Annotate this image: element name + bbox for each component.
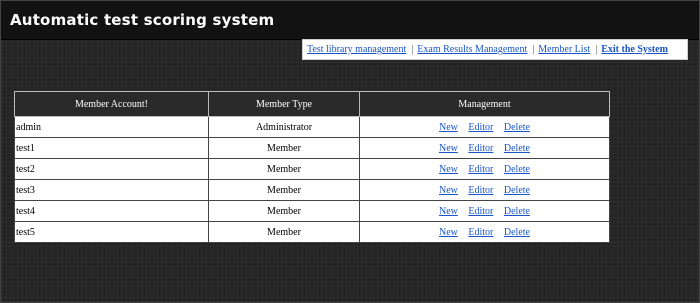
table-row: test2 Member New Editor Delete [14, 158, 610, 180]
new-link[interactable]: New [439, 143, 458, 154]
new-link[interactable]: New [439, 185, 458, 196]
member-account-cell: test2 [14, 158, 209, 180]
management-cell: New Editor Delete [359, 221, 610, 243]
nav-test-library-link[interactable]: Test library management [307, 44, 406, 55]
nav-exit-link[interactable]: Exit the System [601, 44, 668, 55]
header-member-type: Member Type [208, 91, 360, 117]
member-type-cell: Member [208, 137, 360, 159]
editor-link[interactable]: Editor [468, 206, 493, 217]
member-table: Member Account! Member Type Management a… [14, 91, 610, 243]
nav-separator: | [532, 44, 535, 55]
management-cell: New Editor Delete [359, 179, 610, 201]
delete-link[interactable]: Delete [504, 122, 530, 133]
management-cell: New Editor Delete [359, 158, 610, 180]
member-type-cell: Member [208, 158, 360, 180]
table-row: test1 Member New Editor Delete [14, 137, 610, 159]
member-account-cell: admin [14, 116, 209, 138]
editor-link[interactable]: Editor [468, 227, 493, 238]
delete-link[interactable]: Delete [504, 206, 530, 217]
member-type-cell: Administrator [208, 116, 360, 138]
member-account-cell: test3 [14, 179, 209, 201]
member-account-cell: test5 [14, 221, 209, 243]
member-type-cell: Member [208, 221, 360, 243]
member-account-cell: test1 [14, 137, 209, 159]
title-bar: Automatic test scoring system [1, 1, 699, 40]
table-row: test3 Member New Editor Delete [14, 179, 610, 201]
management-cell: New Editor Delete [359, 200, 610, 222]
management-cell: New Editor Delete [359, 116, 610, 138]
nav-member-list-link[interactable]: Member List [538, 44, 590, 55]
member-type-cell: Member [208, 200, 360, 222]
app-title: Automatic test scoring system [10, 11, 275, 29]
table-header-row: Member Account! Member Type Management [14, 91, 610, 117]
delete-link[interactable]: Delete [504, 227, 530, 238]
nav-separator: | [595, 44, 598, 55]
new-link[interactable]: New [439, 164, 458, 175]
nav-separator: | [411, 44, 414, 55]
table-row: test5 Member New Editor Delete [14, 221, 610, 243]
header-member-account: Member Account! [14, 91, 209, 117]
top-nav: Test library management | Exam Results Man… [302, 39, 688, 60]
new-link[interactable]: New [439, 206, 458, 217]
table-row: test4 Member New Editor Delete [14, 200, 610, 222]
editor-link[interactable]: Editor [468, 185, 493, 196]
delete-link[interactable]: Delete [504, 185, 530, 196]
delete-link[interactable]: Delete [504, 164, 530, 175]
nav-exam-results-link[interactable]: Exam Results Management [417, 44, 527, 55]
editor-link[interactable]: Editor [468, 122, 493, 133]
member-account-cell: test4 [14, 200, 209, 222]
delete-link[interactable]: Delete [504, 143, 530, 154]
editor-link[interactable]: Editor [468, 143, 493, 154]
new-link[interactable]: New [439, 227, 458, 238]
new-link[interactable]: New [439, 122, 458, 133]
management-cell: New Editor Delete [359, 137, 610, 159]
editor-link[interactable]: Editor [468, 164, 493, 175]
member-type-cell: Member [208, 179, 360, 201]
header-management: Management [359, 91, 610, 117]
table-row: admin Administrator New Editor Delete [14, 116, 610, 138]
